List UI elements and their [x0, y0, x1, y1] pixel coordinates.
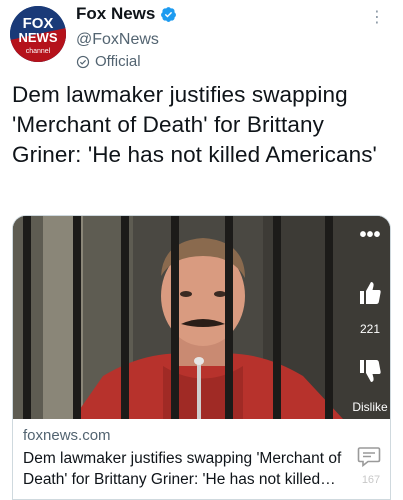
- account-name[interactable]: Fox News: [76, 4, 155, 24]
- official-check-icon: [76, 55, 90, 68]
- verified-badge-icon: [161, 6, 177, 22]
- dislike-label: Dislike: [352, 400, 388, 414]
- link-card[interactable]: foxnews.com Dem lawmaker justifies swapp…: [12, 215, 391, 500]
- comment-count: 167: [361, 474, 381, 486]
- name-row: Fox News: [76, 4, 177, 24]
- thumbs-down-icon[interactable]: [358, 358, 382, 384]
- thumbs-up-icon[interactable]: [358, 280, 382, 306]
- card-domain[interactable]: foxnews.com: [23, 427, 111, 444]
- more-options-icon[interactable]: ⋮: [367, 8, 387, 28]
- account-handle[interactable]: @FoxNews: [76, 31, 159, 49]
- svg-text:channel: channel: [26, 48, 51, 55]
- overlay-more-icon[interactable]: •••: [345, 225, 395, 245]
- card-image[interactable]: [13, 216, 390, 419]
- official-label: Official: [76, 53, 141, 70]
- svg-text:NEWS: NEWS: [19, 30, 58, 45]
- official-text: Official: [95, 53, 141, 70]
- comment-bubble-icon: [357, 447, 381, 468]
- avatar[interactable]: FOX NEWS channel: [10, 6, 66, 62]
- tweet-text: Dem lawmaker justifies swapping 'Merchan…: [12, 82, 377, 167]
- card-title[interactable]: Dem lawmaker justifies swapping 'Merchan…: [23, 448, 383, 490]
- like-count: 221: [359, 322, 381, 336]
- video-actions-overlay: ••• 221 Dislike: [345, 225, 395, 418]
- fox-news-logo-icon: FOX NEWS channel: [10, 6, 66, 62]
- tweet-header: FOX NEWS channel Fox News @FoxNews Offic…: [0, 0, 403, 75]
- news-photo: [13, 216, 390, 419]
- comment-icon[interactable]: [354, 441, 384, 471]
